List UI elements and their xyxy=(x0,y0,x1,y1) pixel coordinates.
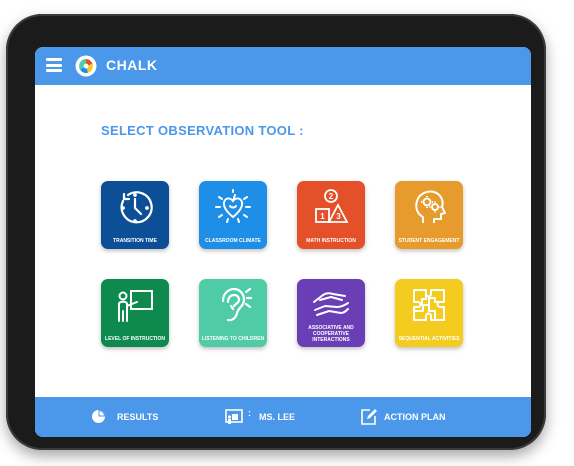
top-app-bar: CHALK xyxy=(35,47,531,85)
shapes-numbers-icon: 2 1 3 xyxy=(315,189,349,223)
handshake-icon xyxy=(313,292,349,316)
hamburger-menu-icon[interactable] xyxy=(46,58,62,72)
tool-tile-transition-time[interactable]: TRANSITION TIME xyxy=(101,181,169,249)
tool-tile-label: STUDENT ENGAGEMENT xyxy=(398,238,460,244)
svg-text:1: 1 xyxy=(320,212,325,221)
chalk-logo-icon xyxy=(75,55,97,77)
tool-tile-label: TRANSITION TIME xyxy=(113,238,157,244)
teacher-name-label: MS. LEE xyxy=(259,412,296,422)
tool-tile-associative-cooperative-interactions[interactable]: ASSOCIATIVE and COOPERATIVE INTERACTIONS xyxy=(297,279,365,347)
results-button[interactable]: RESULTS xyxy=(91,397,191,437)
separator-colon: : xyxy=(248,408,251,418)
puzzle-icon xyxy=(413,289,445,321)
tool-tile-student-engagement[interactable]: STUDENT ENGAGEMENT xyxy=(395,181,463,249)
apple-heart-icon xyxy=(215,189,251,223)
ear-icon xyxy=(221,287,253,322)
svg-text:2: 2 xyxy=(329,192,334,201)
action-plan-label: ACTION PLAN xyxy=(384,412,446,422)
head-gears-icon xyxy=(415,190,446,223)
tool-tile-sequential-activities[interactable]: SEQUENTIAL ACTIVITIES xyxy=(395,279,463,347)
teacher-selector-button[interactable]: : MS. LEE xyxy=(225,397,335,437)
teacher-board-icon xyxy=(225,409,243,424)
svg-text:3: 3 xyxy=(336,212,341,221)
stopwatch-icon xyxy=(120,191,153,224)
tool-tile-math-instruction[interactable]: 2 1 3 MATH INSTRUCTION xyxy=(297,181,365,249)
tool-tile-label: MATH INSTRUCTION xyxy=(306,238,356,244)
teacher-board-icon xyxy=(118,290,153,322)
app-screen: CHALK SELECT OBSERVATION TOOL : TRANSITI… xyxy=(35,47,531,437)
page-heading: SELECT OBSERVATION TOOL : xyxy=(101,123,304,138)
tablet-frame: CHALK SELECT OBSERVATION TOOL : TRANSITI… xyxy=(6,14,546,450)
bottom-nav-bar: RESULTS : MS. LEE ACTION PLAN xyxy=(35,397,531,437)
pie-chart-icon xyxy=(92,410,105,423)
app-title: CHALK xyxy=(106,57,158,73)
action-plan-button[interactable]: ACTION PLAN xyxy=(360,397,480,437)
tool-tile-label: CLASSROOM CLIMATE xyxy=(205,238,261,244)
results-label: RESULTS xyxy=(117,412,159,422)
edit-document-icon xyxy=(361,409,377,425)
tool-tile-label: LISTENING to CHILDREN xyxy=(201,336,265,342)
tool-tile-classroom-climate[interactable]: CLASSROOM CLIMATE xyxy=(199,181,267,249)
tool-tile-label: SEQUENTIAL ACTIVITIES xyxy=(398,336,460,342)
tool-tile-label: ASSOCIATIVE and COOPERATIVE INTERACTIONS xyxy=(308,325,354,343)
tool-tile-listening-to-children[interactable]: LISTENING to CHILDREN xyxy=(199,279,267,347)
tool-tile-label: LEVEL of INSTRUCTION xyxy=(105,336,165,342)
tool-tile-level-of-instruction[interactable]: LEVEL of INSTRUCTION xyxy=(101,279,169,347)
